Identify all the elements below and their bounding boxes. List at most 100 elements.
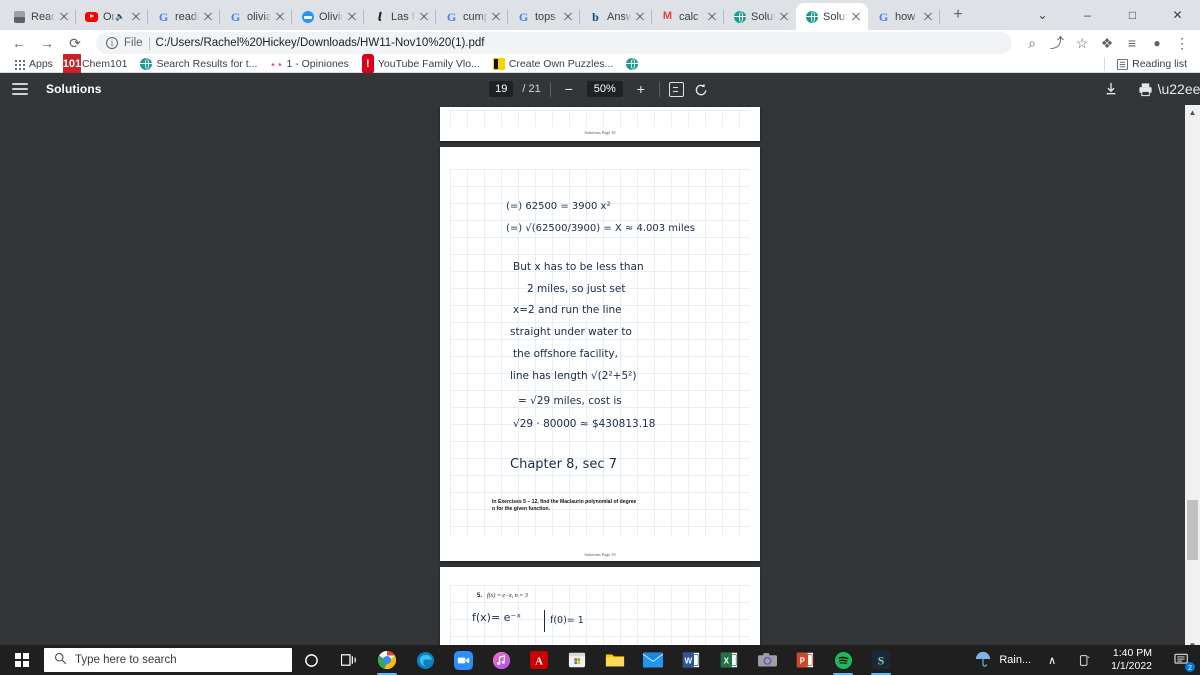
tab-close-icon[interactable] xyxy=(849,10,863,24)
tab-close-icon[interactable] xyxy=(345,10,359,24)
tab-mute-icon[interactable]: 🔈 xyxy=(115,12,125,21)
more-options-icon[interactable]: \u22ee xyxy=(1158,80,1200,98)
fit-page-icon[interactable] xyxy=(668,81,684,97)
pdf-scroll-area[interactable]: Solutions Page 18 (=) 62500 = 3900 x² (=… xyxy=(0,105,1200,653)
browser-tab[interactable]: Soluti... xyxy=(724,3,796,30)
profile-icon[interactable]: ● xyxy=(1145,30,1169,56)
browser-tab[interactable]: Greadin... xyxy=(148,3,220,30)
itunes-taskbar-icon[interactable] xyxy=(482,645,520,675)
tab-close-icon[interactable] xyxy=(705,10,719,24)
scrollbar-track[interactable] xyxy=(1185,120,1200,638)
bookmark-item[interactable] xyxy=(621,56,647,72)
pdf-vertical-scrollbar[interactable]: ▲ ▼ xyxy=(1185,105,1200,653)
back-button[interactable]: ← xyxy=(6,30,32,56)
pdf-page-controls: 19 / 21 − 50% + xyxy=(0,80,1200,98)
microsoft-store-taskbar-icon[interactable] xyxy=(558,645,596,675)
notifications-icon[interactable]: 2 xyxy=(1168,645,1196,675)
forward-button[interactable]: → xyxy=(34,30,60,56)
toolbar-actions: ⌕ ⤴ ☆ ❖ ≡ ● ⋮ xyxy=(1020,30,1194,56)
zoom-taskbar-icon[interactable] xyxy=(444,645,482,675)
browser-tab[interactable]: Read ... xyxy=(4,3,76,30)
extensions-icon[interactable]: ❖ xyxy=(1095,30,1119,56)
tab-close-icon[interactable] xyxy=(777,10,791,24)
close-window-button[interactable]: ✕ xyxy=(1155,0,1200,30)
windows-start-icon[interactable] xyxy=(0,645,44,675)
browser-tab[interactable]: 𝙡 Las fru... xyxy=(364,3,436,30)
tab-close-icon[interactable] xyxy=(561,10,575,24)
weather-widget[interactable]: Rain... xyxy=(974,651,1031,670)
app-s-taskbar-icon[interactable]: S xyxy=(862,645,900,675)
rotate-icon[interactable] xyxy=(693,80,711,98)
clock[interactable]: 1:40 PM 1/1/2022 xyxy=(1105,647,1158,673)
chrome-menu-icon[interactable]: ⋮ xyxy=(1170,30,1194,56)
tray-expand-arrow[interactable]: ∧ xyxy=(1041,645,1063,675)
camera-taskbar-icon[interactable] xyxy=(748,645,786,675)
google-icon: G xyxy=(230,9,241,24)
browser-tab[interactable]: Mcalc h... xyxy=(652,3,724,30)
page-number-input[interactable]: 19 xyxy=(489,81,514,97)
file-explorer-taskbar-icon[interactable] xyxy=(596,645,634,675)
tab-title: calc h... xyxy=(679,10,703,23)
browser-tab[interactable]: On ...🔈 xyxy=(76,3,148,30)
word-taskbar-icon[interactable]: W xyxy=(672,645,710,675)
download-icon[interactable] xyxy=(1102,80,1120,98)
new-tab-button[interactable]: + xyxy=(944,1,972,29)
tab-close-icon[interactable] xyxy=(489,10,503,24)
scrollbar-thumb[interactable] xyxy=(1187,500,1198,560)
toolbar-divider xyxy=(549,81,551,97)
print-icon[interactable] xyxy=(1136,80,1154,98)
reload-button[interactable]: ⟳ xyxy=(62,30,88,56)
excel-taskbar-icon[interactable]: X xyxy=(710,645,748,675)
browser-tab[interactable]: Ghow t... xyxy=(868,3,940,30)
bookmark-item[interactable]: Apps xyxy=(8,56,58,72)
search-input[interactable]: Type here to search xyxy=(44,648,292,672)
reading-list-icon[interactable]: ≡ xyxy=(1120,30,1144,56)
browser-tab[interactable]: Olivia ... xyxy=(292,3,364,30)
tab-close-icon[interactable] xyxy=(129,10,143,24)
zoom-out-button[interactable]: − xyxy=(560,80,578,98)
page-info-icon[interactable]: i xyxy=(106,37,118,49)
device-icon[interactable] xyxy=(1073,645,1095,675)
maximize-button[interactable]: □ xyxy=(1110,0,1155,30)
edge-taskbar-icon[interactable] xyxy=(406,645,444,675)
search-icon[interactable]: ⌕ xyxy=(1020,30,1044,56)
chrome-browser-window: Read ... On ...🔈Greadin...Golivia ...Oliv… xyxy=(0,0,1200,653)
zoom-level-label[interactable]: 50% xyxy=(586,81,623,97)
tab-close-icon[interactable] xyxy=(633,10,647,24)
hamburger-menu-icon[interactable] xyxy=(12,83,28,95)
page-18-footer: Solutions Page 18 xyxy=(584,130,616,135)
mail-taskbar-icon[interactable] xyxy=(634,645,672,675)
spotify-taskbar-icon[interactable] xyxy=(824,645,862,675)
bookmark-item[interactable]: 101 Chem101 xyxy=(61,54,133,74)
browser-tab[interactable]: Soluti... xyxy=(796,3,868,30)
reading-list-button[interactable]: Reading list xyxy=(1111,56,1192,72)
cortana-icon[interactable] xyxy=(292,645,330,675)
bookmark-star-icon[interactable]: ☆ xyxy=(1070,30,1094,56)
bookmark-item[interactable]: Create Own Puzzles... xyxy=(488,56,618,72)
powerpoint-taskbar-icon[interactable]: P xyxy=(786,645,824,675)
bookmark-item[interactable]: ! YouTube Family Vlo... xyxy=(357,54,485,74)
tab-close-icon[interactable] xyxy=(921,10,935,24)
address-bar[interactable]: i File C:/Users/Rachel%20Hickey/Download… xyxy=(96,32,1012,54)
browser-tab[interactable]: Gcumpl... xyxy=(436,3,508,30)
handwriting-line-3: But x has to be less than xyxy=(513,261,644,273)
tab-close-icon[interactable] xyxy=(273,10,287,24)
browser-tab[interactable]: Gtops - ... xyxy=(508,3,580,30)
acrobat-taskbar-icon[interactable]: A xyxy=(520,645,558,675)
scroll-up-arrow[interactable]: ▲ xyxy=(1185,105,1200,120)
problem-5-number: 5. xyxy=(477,593,483,599)
zoom-in-button[interactable]: + xyxy=(632,80,650,98)
restore-down-button[interactable]: ⌄ xyxy=(1020,0,1065,30)
chrome-taskbar-icon[interactable] xyxy=(368,645,406,675)
bookmark-item[interactable]: Search Results for t... xyxy=(135,56,262,72)
tab-close-icon[interactable] xyxy=(201,10,215,24)
tab-close-icon[interactable] xyxy=(417,10,431,24)
tab-close-icon[interactable] xyxy=(57,10,71,24)
task-view-icon[interactable] xyxy=(330,645,368,675)
tab-title: Read ... xyxy=(31,10,55,23)
browser-tab[interactable]: Golivia ... xyxy=(220,3,292,30)
share-icon[interactable]: ⤴ xyxy=(1045,30,1069,56)
bookmark-item[interactable]: ⋆⋆ 1 - Opiniones xyxy=(265,56,353,72)
minimize-button[interactable]: – xyxy=(1065,0,1110,30)
browser-tab[interactable]: b Answe... xyxy=(580,3,652,30)
